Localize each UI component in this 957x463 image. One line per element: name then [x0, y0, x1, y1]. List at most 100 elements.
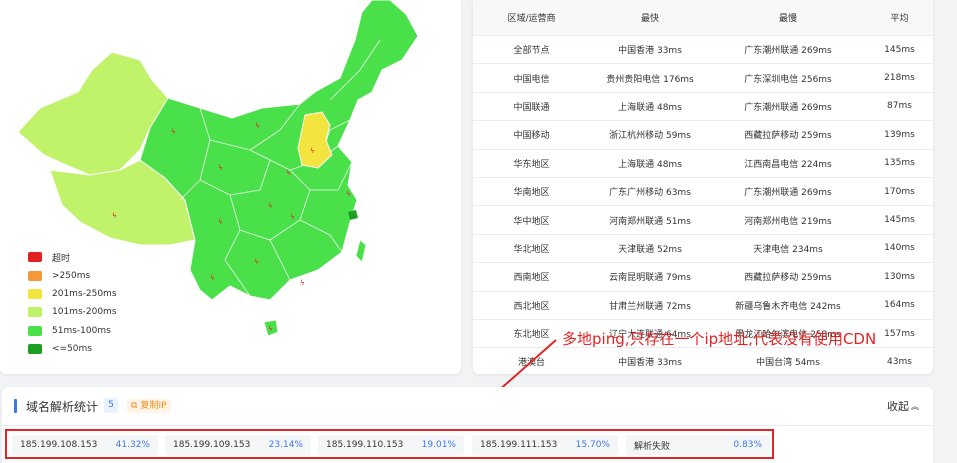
table-header-row: 区域/运营商 最快 最慢 平均 [473, 0, 933, 36]
svg-text:ϟ: ϟ [218, 218, 223, 226]
cell-average: 139ms [866, 120, 933, 150]
cell-fastest: 天津联通 52ms [590, 234, 710, 264]
legend-swatch [28, 252, 42, 263]
col-header-slowest: 最慢 [710, 0, 866, 36]
svg-text:ϟ: ϟ [254, 258, 259, 266]
ip-percentage: 23.14% [268, 440, 303, 450]
cell-region: 华东地区 [473, 149, 590, 178]
table-row: 中国电信 贵州贵阳电信 176ms 广东深圳电信 256ms 218ms [473, 63, 933, 93]
cell-region: 西北地区 [473, 291, 590, 320]
legend-swatch [28, 344, 42, 355]
ip-address: 解析失败 [634, 441, 671, 452]
ip-percentage: 15.70% [575, 440, 610, 450]
cell-slowest: 广东潮州联通 269ms [710, 177, 866, 207]
table-row: 西北地区 甘肃兰州联通 72ms 新疆乌鲁木齐电信 242ms 164ms [473, 291, 933, 320]
dns-stats-title: 域名解析统计 [26, 400, 99, 414]
cell-slowest: 中国台湾 54ms [710, 347, 866, 374]
cell-fastest: 浙江杭州移动 59ms [590, 120, 710, 150]
cell-fastest: 甘肃兰州联通 72ms [590, 291, 710, 320]
svg-text:ϟ: ϟ [255, 122, 260, 130]
cell-region: 华南地区 [473, 177, 590, 207]
table-row: 全部节点 中国香港 33ms 广东潮州联通 269ms 145ms [473, 35, 933, 65]
col-header-fastest: 最快 [590, 0, 710, 36]
svg-text:ϟ: ϟ [171, 128, 176, 136]
cell-region: 中国电信 [473, 63, 590, 93]
copy-ip-label: 复制IP [140, 401, 167, 411]
ip-chip: 解析失败 0.83% [626, 435, 770, 455]
ping-map-card: ϟ ϟ ϟ ϟ ϟ ϟ ϟ ϟ ϟ ϟ ϟ ϟ ϟ ϟ 超时 >250ms 20… [0, 0, 461, 374]
svg-text:ϟ: ϟ [268, 202, 273, 210]
legend-label: >250ms [52, 270, 91, 281]
cell-fastest: 河南郑州联通 51ms [590, 205, 710, 235]
legend-swatch [28, 288, 42, 299]
cell-region: 华中地区 [473, 205, 590, 235]
legend-swatch [28, 307, 42, 318]
ip-percentage: 41.32% [115, 440, 150, 450]
table-row: 中国联通 上海联通 48ms 广东潮州联通 269ms 87ms [473, 92, 933, 122]
cell-fastest: 中国香港 33ms [590, 35, 710, 65]
table-row: 港澳台 中国香港 33ms 中国台湾 54ms 43ms [473, 347, 933, 374]
legend-swatch [28, 270, 42, 281]
cell-fastest: 上海联通 48ms [590, 92, 710, 122]
ip-chip: 185.199.108.153 41.32% [12, 435, 158, 455]
cell-slowest: 广东深圳电信 256ms [710, 63, 866, 93]
cell-region: 全部节点 [473, 35, 590, 65]
legend-label: 101ms-200ms [52, 307, 117, 318]
cell-region: 中国移动 [473, 120, 590, 150]
region-taiwan [355, 239, 367, 263]
ip-address: 185.199.108.153 [20, 440, 98, 450]
dns-stats-header: 域名解析统计 5 ⧉ 复制IP 收起 ︽ [2, 387, 933, 426]
chevron-up-icon: ︽ [911, 401, 919, 411]
table-row: 华北地区 天津联通 52ms 天津电信 234ms 140ms [473, 234, 933, 264]
table-row: 华南地区 广东广州移动 63ms 广东潮州联通 269ms 170ms [473, 177, 933, 207]
cell-fastest: 上海联通 48ms [590, 149, 710, 178]
cell-region: 港澳台 [473, 347, 590, 374]
cell-average: 145ms [866, 35, 933, 65]
svg-text:ϟ: ϟ [310, 147, 315, 155]
legend-item-timeout: 超时 [28, 248, 117, 266]
col-header-region: 区域/运营商 [473, 0, 590, 36]
ip-percentage: 0.83% [733, 440, 762, 450]
ip-chip: 185.199.111.153 15.70% [472, 435, 618, 455]
cell-fastest: 贵州贵阳电信 176ms [590, 63, 710, 93]
svg-text:ϟ: ϟ [290, 213, 295, 221]
legend-label: 超时 [52, 253, 71, 264]
annotation-text: 多地ping,只存在一个ip地址,代表没有使用CDN [562, 330, 877, 348]
dns-count-badge: 5 [104, 398, 118, 413]
cell-slowest: 西藏拉萨移动 259ms [710, 262, 866, 292]
ping-stats-table: 区域/运营商 最快 最慢 平均 全部节点 中国香港 33ms 广东潮州联通 269m… [473, 0, 933, 374]
cell-slowest: 广东潮州联通 269ms [710, 35, 866, 65]
ip-address: 185.199.110.153 [326, 440, 404, 450]
copy-icon: ⧉ [131, 401, 138, 411]
legend-label: 51ms-100ms [52, 325, 111, 336]
cell-slowest: 河南郑州电信 219ms [710, 205, 866, 235]
cell-region: 中国联通 [473, 92, 590, 122]
ping-stats-table-card: 区域/运营商 最快 最慢 平均 全部节点 中国香港 33ms 广东潮州联通 269m… [473, 0, 933, 374]
cell-region: 华北地区 [473, 234, 590, 264]
cell-slowest: 西藏拉萨移动 259ms [710, 120, 866, 150]
cell-average: 130ms [866, 262, 933, 292]
svg-text:ϟ: ϟ [210, 274, 215, 282]
svg-text:ϟ: ϟ [286, 169, 291, 177]
cell-average: 87ms [866, 92, 933, 122]
svg-text:ϟ: ϟ [112, 212, 117, 220]
copy-ip-button[interactable]: ⧉ 复制IP [127, 399, 171, 413]
cell-average: 218ms [866, 63, 933, 93]
legend-swatch [28, 325, 42, 336]
cell-average: 135ms [866, 149, 933, 178]
cell-average: 164ms [866, 291, 933, 320]
ip-chip: 185.199.110.153 19.01% [318, 435, 464, 455]
collapse-button[interactable]: 收起 ︽ [887, 398, 919, 414]
cell-average: 170ms [866, 177, 933, 207]
cell-slowest: 天津电信 234ms [710, 234, 866, 264]
svg-text:ϟ: ϟ [346, 190, 351, 198]
cell-region: 西南地区 [473, 262, 590, 292]
section-accent-bar [14, 399, 17, 413]
cell-fastest: 云南昆明联通 79ms [590, 262, 710, 292]
collapse-label: 收起 [887, 400, 909, 413]
cell-fastest: 广东广州移动 63ms [590, 177, 710, 207]
ip-chip: 185.199.109.153 23.14% [165, 435, 311, 455]
cell-average: 145ms [866, 205, 933, 235]
legend-item-201-250: 201ms-250ms [28, 285, 117, 303]
legend-label: 201ms-250ms [52, 288, 117, 299]
